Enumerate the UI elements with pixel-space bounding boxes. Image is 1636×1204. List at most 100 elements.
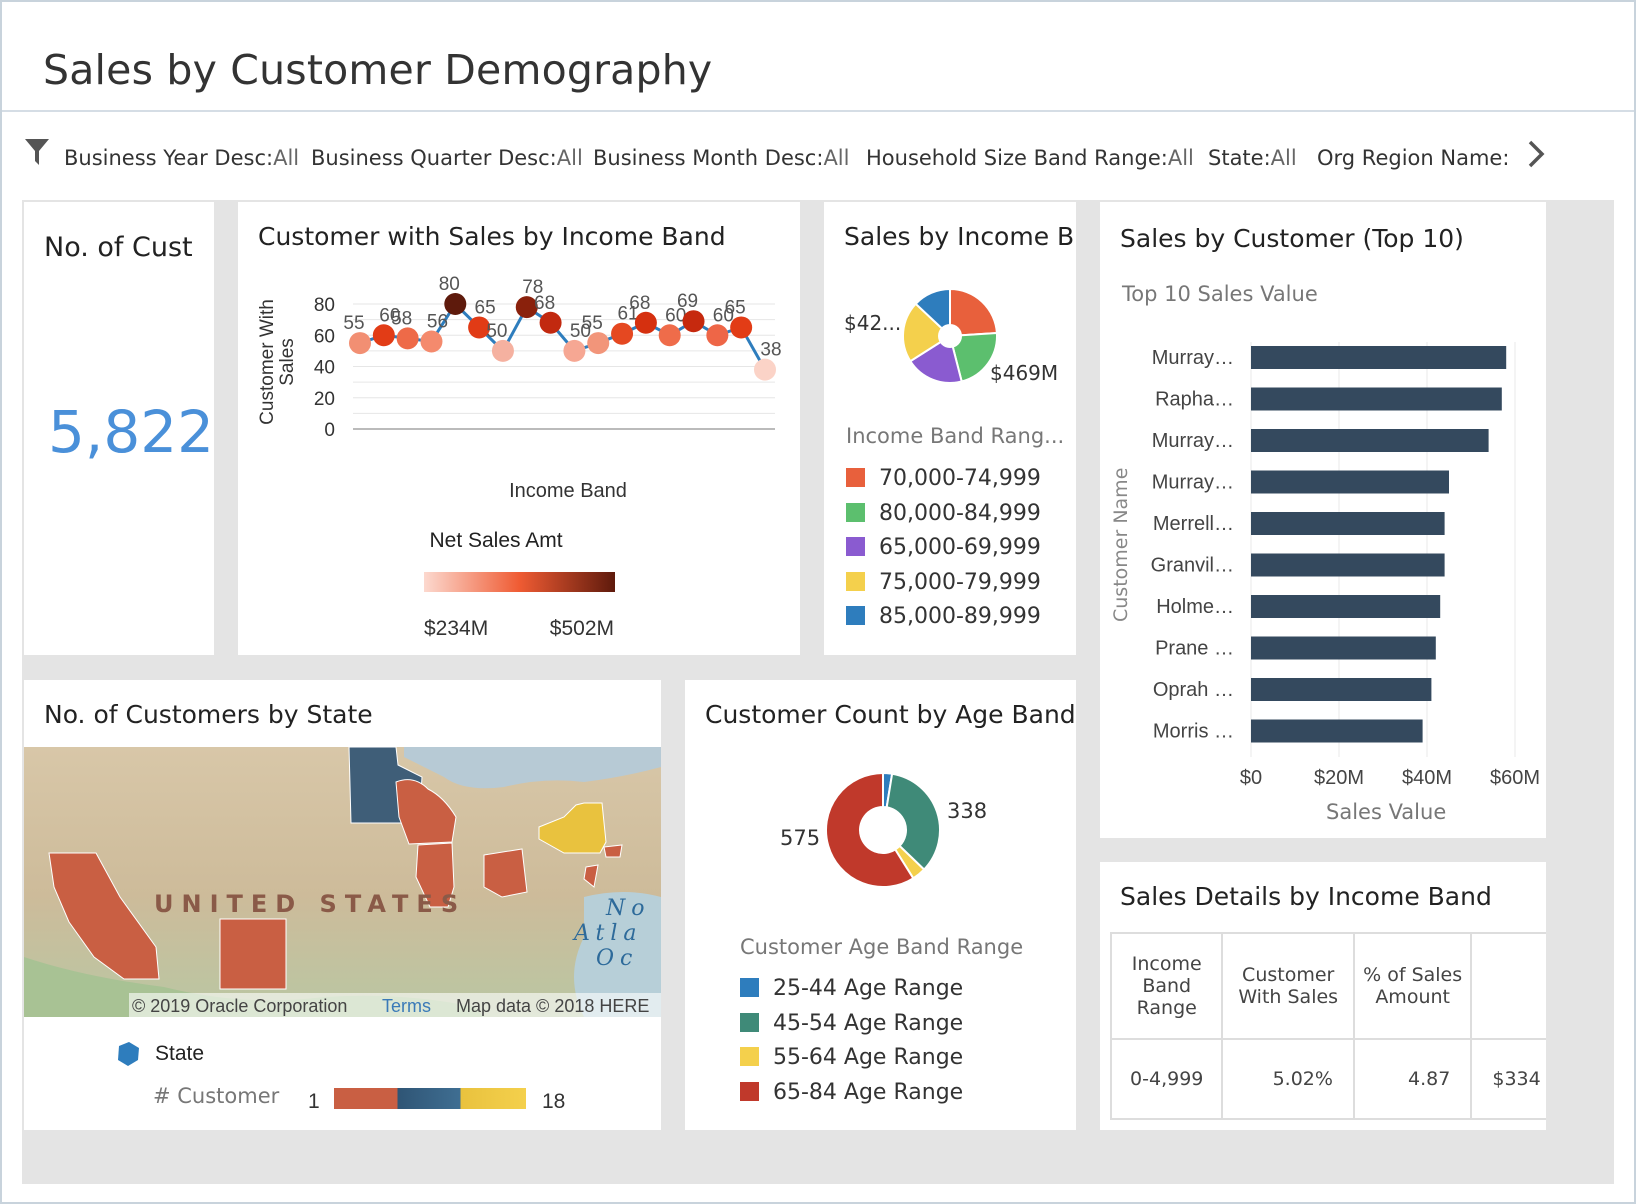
ocean-label-1: No	[605, 896, 651, 921]
x-tick-label: $40M	[1402, 767, 1452, 789]
filter-state[interactable]: State:All	[1208, 146, 1297, 170]
pie-legend-item[interactable]: 65,000-69,999	[846, 535, 1041, 560]
donut-label-right: 338	[947, 799, 987, 823]
line-point[interactable]	[444, 293, 467, 315]
line-point[interactable]	[563, 339, 586, 362]
data-label: 80	[439, 274, 460, 295]
bar[interactable]	[1251, 678, 1432, 701]
us-map[interactable]: UNITED STATES No Atla Oc © 2019 Oracle C…	[24, 747, 661, 1017]
state-new-mexico[interactable]	[219, 918, 287, 990]
cell-income-band: 0-4,999	[1109, 1038, 1224, 1120]
line-point[interactable]	[539, 311, 562, 334]
age-donut-chart[interactable]: 575 338	[685, 680, 1076, 920]
legend-label: 45-54 Age Range	[773, 1010, 964, 1036]
table-row[interactable]: 0-4,999 5.02% 4.87 $334	[1109, 1038, 1546, 1120]
cell-pct-sales: 4.87	[1352, 1038, 1473, 1120]
line-chart-card[interactable]: Customer with Sales by Income Band Custo…	[238, 202, 800, 655]
page-header: Sales by Customer Demography	[2, 2, 1634, 112]
bar-category-label: Holme…	[1156, 596, 1234, 618]
line-point[interactable]	[706, 324, 729, 347]
age-legend-item[interactable]: 55-64 Age Range	[740, 1045, 963, 1070]
line-point[interactable]	[634, 311, 657, 334]
chevron-right-icon[interactable]	[1524, 140, 1548, 168]
filter-org-region[interactable]: Org Region Name:	[1317, 146, 1509, 170]
legend-label: 65,000-69,999	[879, 535, 1041, 560]
color-scale-min: $234M	[424, 617, 488, 640]
state-connecticut[interactable]	[603, 844, 623, 858]
filter-business-quarter[interactable]: Business Quarter Desc:All	[311, 146, 583, 170]
bar[interactable]	[1251, 719, 1423, 743]
bar[interactable]	[1251, 470, 1449, 494]
bar-category-label: Merrell…	[1153, 513, 1234, 535]
bar[interactable]	[1251, 595, 1441, 618]
col-header-income-band[interactable]: Income Band Range	[1109, 932, 1224, 1040]
filter-value: All	[1270, 146, 1297, 170]
map-card[interactable]: No. of Customers by State UNITED STATES …	[24, 680, 661, 1130]
filter-household-size[interactable]: Household Size Band Range:All	[866, 146, 1194, 170]
y-ticks: 80 60 40 20 0	[314, 295, 335, 441]
filter-business-month[interactable]: Business Month Desc:All	[593, 146, 849, 170]
top10-bar-chart[interactable]: $0 $20M $40M $60M Murray… Rapha… Murray… Murray…	[1100, 202, 1546, 838]
line-point[interactable]	[420, 330, 443, 353]
bar-category-label: Oprah …	[1153, 679, 1234, 701]
line-point[interactable]	[611, 322, 634, 345]
age-legend-item[interactable]: 45-54 Age Range	[740, 1011, 963, 1036]
map-terms-link[interactable]: Terms	[382, 996, 431, 1016]
state-ohio[interactable]	[483, 848, 528, 898]
legend-label: 25-44 Age Range	[773, 976, 964, 1001]
age-donut-card[interactable]: Customer Count by Age Band 575 338 Custo…	[685, 680, 1076, 1130]
pie-legend-item[interactable]: 80,000-84,999	[846, 501, 1041, 526]
donut-slices	[825, 771, 941, 888]
age-legend-item[interactable]: 25-44 Age Range	[740, 976, 963, 1001]
line-point[interactable]	[396, 327, 419, 350]
bar[interactable]	[1251, 387, 1502, 411]
land-area	[24, 747, 661, 1017]
filter-label: Org Region Name:	[1317, 146, 1510, 170]
legend-swatch	[740, 1012, 759, 1032]
line-point[interactable]	[491, 339, 514, 362]
bar-category-label: Granvil…	[1151, 555, 1234, 577]
map-data-credit: Map data © 2018 HERE	[456, 996, 649, 1016]
cell-sales-amount: $334	[1470, 1038, 1546, 1120]
line-point[interactable]	[587, 332, 610, 355]
country-label: UNITED STATES	[154, 890, 466, 918]
pie-legend-item[interactable]: 75,000-79,999	[846, 570, 1041, 595]
age-legend-item[interactable]: 65-84 Age Range	[740, 1080, 963, 1105]
bar[interactable]	[1251, 636, 1436, 660]
ocean-label-2: Atla	[572, 921, 643, 946]
bar[interactable]	[1251, 512, 1445, 535]
bar[interactable]	[1251, 429, 1489, 452]
line-point[interactable]	[349, 332, 371, 355]
map-color-scale	[334, 1088, 526, 1109]
filter-business-year[interactable]: Business Year Desc:All	[64, 146, 299, 170]
pie-legend-item[interactable]: 85,000-89,999	[846, 604, 1041, 629]
y-tick-label: 20	[314, 389, 335, 410]
pie-income-chart[interactable]: $42... $469M	[824, 202, 1076, 402]
y-tick-label: 60	[314, 326, 335, 347]
bar[interactable]	[1251, 346, 1507, 369]
line-point[interactable]	[754, 358, 776, 381]
bar-category-label: Rapha…	[1155, 389, 1234, 411]
filter-icon[interactable]	[24, 137, 50, 167]
line-point[interactable]	[730, 316, 753, 339]
pie-label-left: $42...	[844, 311, 901, 335]
pie-legend-item[interactable]: 70,000-74,999	[846, 466, 1041, 491]
line-chart[interactable]: Customer With Sales 80 60 40 20 0 55 60 58 56 80…	[238, 202, 800, 655]
filter-value: All	[273, 146, 300, 170]
col-header-pct-sales[interactable]: % of Sales Amount	[1352, 932, 1473, 1040]
col-header-extra[interactable]	[1470, 932, 1546, 1040]
details-card[interactable]: Sales Details by Income Band Income Band…	[1100, 862, 1546, 1130]
col-header-customer-with-sales[interactable]: Customer With Sales	[1221, 932, 1355, 1040]
top10-card[interactable]: Sales by Customer (Top 10) Top 10 Sales …	[1100, 202, 1546, 838]
filter-value: All	[1167, 146, 1194, 170]
bar[interactable]	[1251, 553, 1445, 577]
map-title: No. of Customers by State	[44, 700, 373, 729]
bar-category-label: Prane …	[1155, 638, 1234, 660]
bar-category-label: Murray…	[1152, 430, 1234, 452]
line-point[interactable]	[658, 324, 681, 347]
page-title: Sales by Customer Demography	[43, 46, 713, 94]
legend-swatch	[846, 571, 865, 591]
pie-income-card[interactable]: Sales by Income Bar $42... $469M Income …	[824, 202, 1076, 655]
kpi-card[interactable]: No. of Cust 5,822	[24, 202, 214, 655]
line-point[interactable]	[682, 310, 705, 333]
